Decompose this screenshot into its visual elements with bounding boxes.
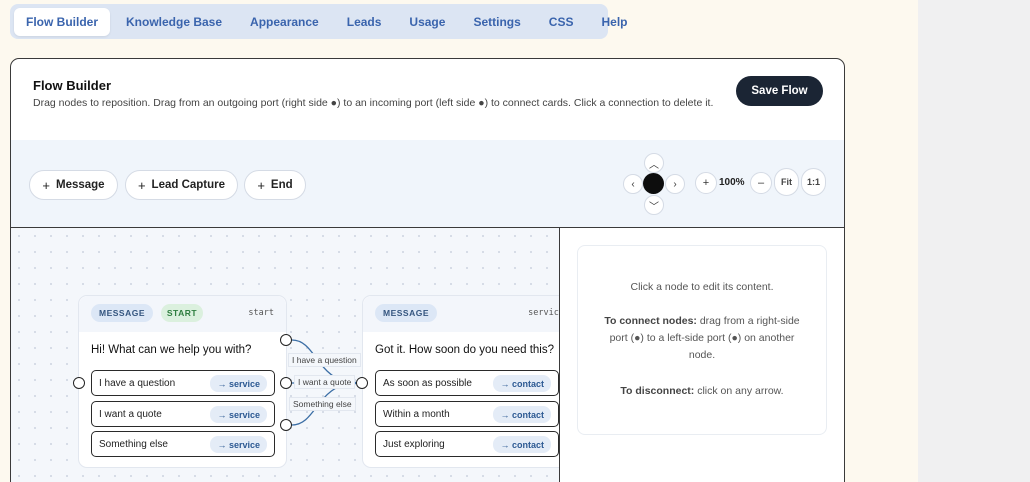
start-badge: START (161, 304, 203, 322)
disconnect-help-text: click on any arrow. (697, 385, 784, 397)
pan-left-button[interactable]: ‹ (623, 174, 643, 194)
chevron-down-icon: ﹀ (649, 201, 659, 213)
option-target: → service (210, 406, 267, 423)
canvas-toolbar: + Message + Lead Capture + End ︿ ‹ › ﹀ + 10… (11, 140, 844, 228)
pan-right-button[interactable]: › (665, 174, 685, 194)
option-label: I have a question (99, 378, 176, 389)
add-lead-capture-label: Lead Capture (151, 179, 226, 191)
tab-usage[interactable]: Usage (397, 8, 457, 36)
plus-icon: + (137, 177, 146, 193)
node-option[interactable]: I want a quote → service (91, 401, 275, 427)
chevron-left-icon: ‹ (631, 178, 635, 190)
reset-zoom-button[interactable]: 1:1 (801, 168, 826, 196)
pan-center-button[interactable] (643, 173, 664, 194)
page-description: Drag nodes to reposition. Drag from an o… (33, 97, 714, 109)
right-gutter (918, 0, 1030, 482)
edge-label[interactable]: Something else (289, 397, 356, 411)
incoming-port[interactable] (356, 377, 368, 389)
plus-icon: + (257, 177, 265, 193)
tab-knowledge-base[interactable]: Knowledge Base (114, 8, 234, 36)
node-message-text: Got it. How soon do you need this? (375, 344, 554, 356)
chevron-right-icon: › (673, 178, 677, 190)
option-target: → service (210, 375, 267, 392)
save-flow-button[interactable]: Save Flow (736, 76, 823, 106)
option-target: → contact (493, 375, 551, 392)
tab-flow-builder[interactable]: Flow Builder (14, 7, 110, 36)
node-message-text: Hi! What can we help you with? (91, 344, 252, 356)
plus-icon: + (42, 177, 50, 193)
tab-css[interactable]: CSS (537, 8, 586, 36)
tab-bar: Flow Builder Knowledge Base Appearance L… (10, 4, 628, 39)
option-target: → contact (493, 436, 551, 453)
fit-button[interactable]: Fit (774, 168, 799, 196)
flow-canvas[interactable]: MESSAGE START start Hi! What can we help… (11, 228, 560, 482)
tab-settings[interactable]: Settings (461, 8, 532, 36)
add-message-label: Message (56, 179, 105, 191)
chevron-up-icon: ︿ (649, 159, 659, 171)
node-id: service (528, 308, 559, 318)
editor-hint: Click a node to edit its content. (630, 281, 774, 293)
connect-help: To connect nodes: drag from a right-side… (596, 313, 808, 364)
node-header: MESSAGE service (363, 296, 559, 332)
disconnect-help: To disconnect: click on any arrow. (596, 383, 808, 400)
edge-label[interactable]: I have a question (288, 353, 361, 367)
zoom-level: 100% (719, 177, 745, 188)
node-option[interactable]: Within a month → contact (375, 401, 559, 427)
node-option[interactable]: I have a question → service (91, 370, 275, 396)
option-label: Something else (99, 439, 168, 450)
flow-node-start[interactable]: MESSAGE START start Hi! What can we help… (78, 295, 287, 468)
connect-help-title: To connect nodes: (604, 315, 697, 327)
node-type-badge: MESSAGE (375, 304, 437, 322)
node-editor-panel: Click a node to edit its content. To con… (577, 245, 827, 435)
incoming-port[interactable] (73, 377, 85, 389)
add-message-button[interactable]: + Message (29, 170, 118, 200)
outgoing-port[interactable] (280, 334, 292, 346)
option-target: → service (210, 436, 267, 453)
edge-label[interactable]: I want a quote (294, 375, 356, 389)
node-option[interactable]: Something else → service (91, 431, 275, 457)
tab-leads[interactable]: Leads (335, 8, 394, 36)
disconnect-help-title: To disconnect: (620, 385, 695, 397)
pan-up-button[interactable]: ︿ (644, 153, 664, 173)
flow-builder-panel: Flow Builder Drag nodes to reposition. D… (10, 58, 845, 482)
option-label: Just exploring (383, 439, 445, 450)
zoom-in-button[interactable]: + (695, 172, 717, 194)
node-id: start (248, 308, 274, 318)
tab-appearance[interactable]: Appearance (238, 8, 331, 36)
add-end-button[interactable]: + End (244, 170, 306, 200)
option-label: As soon as possible (383, 378, 472, 389)
option-label: Within a month (383, 409, 450, 420)
add-end-label: End (270, 179, 293, 191)
add-lead-capture-button[interactable]: + Lead Capture (125, 170, 238, 200)
node-option[interactable]: Just exploring → contact (375, 431, 559, 457)
node-header: MESSAGE START start (79, 296, 286, 332)
option-target: → contact (493, 406, 551, 423)
node-option[interactable]: As soon as possible → contact (375, 370, 559, 396)
outgoing-port[interactable] (280, 419, 292, 431)
page-title: Flow Builder (33, 78, 111, 93)
pan-down-button[interactable]: ﹀ (644, 195, 664, 215)
option-label: I want a quote (99, 409, 162, 420)
zoom-out-button[interactable]: – (750, 172, 772, 194)
tab-help[interactable]: Help (589, 8, 639, 36)
node-type-badge: MESSAGE (91, 304, 153, 322)
outgoing-port[interactable] (280, 377, 292, 389)
flow-node-service[interactable]: MESSAGE service Got it. How soon do you … (362, 295, 559, 468)
